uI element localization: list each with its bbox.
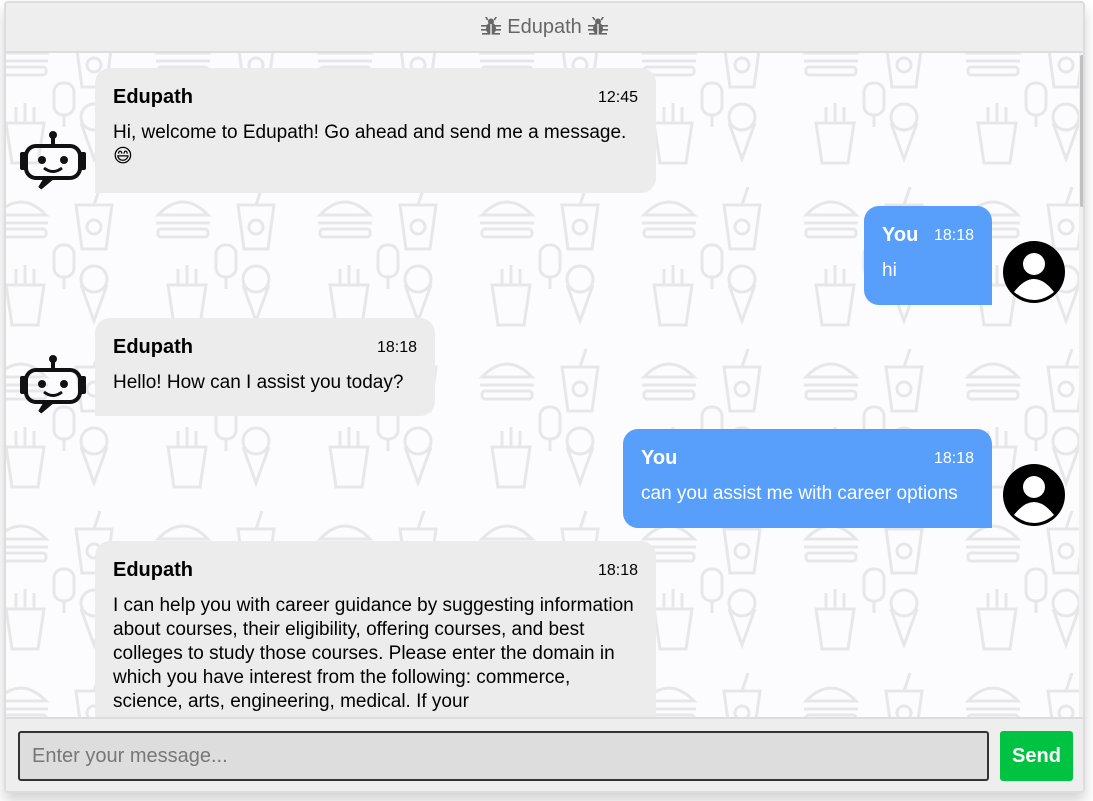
send-button[interactable]: Send bbox=[1000, 731, 1073, 781]
robot-icon bbox=[20, 131, 86, 190]
bot-message-bubble: Edupath 18:18 Hello! How can I assist yo… bbox=[95, 318, 435, 416]
app-title: Edupath bbox=[507, 16, 582, 38]
message-time: 18:18 bbox=[597, 561, 638, 579]
user-icon bbox=[1003, 464, 1065, 526]
chat-window: Edupath Edupath 12:45 Hi, welcome to Edu… bbox=[4, 1, 1085, 793]
message-text: can you assist me with career options bbox=[641, 483, 958, 504]
sender-name: You bbox=[882, 224, 919, 246]
message-text: hi bbox=[882, 260, 897, 281]
bug-icon bbox=[587, 17, 608, 35]
scrollbar-thumb[interactable] bbox=[1080, 55, 1083, 207]
message-input[interactable] bbox=[18, 731, 989, 781]
message-input-area: Send bbox=[6, 717, 1083, 791]
message-time: 18:18 bbox=[933, 449, 974, 467]
chat-header: Edupath bbox=[6, 3, 1083, 53]
messages-scrollbar[interactable] bbox=[1079, 53, 1083, 717]
message-text: I can help you with career guidance by s… bbox=[113, 595, 634, 712]
user-message-bubble: You 18:18 can you assist me with career … bbox=[623, 429, 992, 528]
message-time: 18:18 bbox=[376, 338, 417, 356]
sender-name: You bbox=[641, 447, 678, 469]
bot-message-bubble: Edupath 18:18 I can help you with career… bbox=[95, 541, 656, 717]
message-list[interactable]: Edupath 12:45 Hi, welcome to Edupath! Go… bbox=[6, 53, 1079, 717]
message-text: Hi, welcome to Edupath! Go ahead and sen… bbox=[113, 122, 627, 167]
bot-message-bubble: Edupath 12:45 Hi, welcome to Edupath! Go… bbox=[95, 68, 656, 193]
sender-name: Edupath bbox=[113, 336, 193, 358]
message-text: Hello! How can I assist you today? bbox=[113, 372, 404, 393]
bug-icon bbox=[481, 17, 502, 35]
sender-name: Edupath bbox=[113, 86, 193, 108]
user-icon bbox=[1003, 241, 1065, 303]
robot-icon bbox=[20, 355, 86, 414]
message-time: 12:45 bbox=[597, 88, 638, 106]
sender-name: Edupath bbox=[113, 559, 193, 581]
user-message-bubble: You 18:18 hi bbox=[864, 206, 992, 305]
message-time: 18:18 bbox=[933, 226, 974, 244]
